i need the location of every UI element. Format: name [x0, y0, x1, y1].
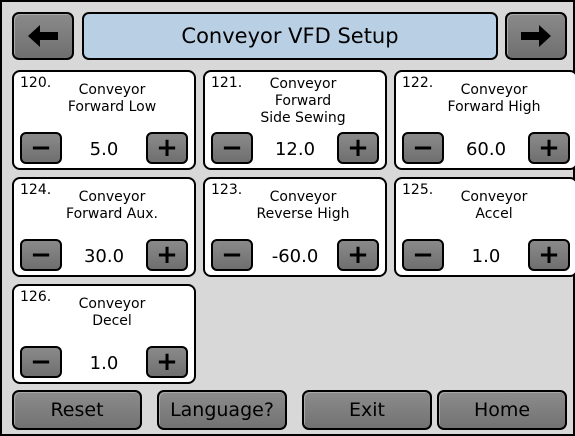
param-label: Conveyor Accel — [460, 189, 528, 222]
param-value: 30.0 — [83, 246, 125, 267]
param-value: 1.0 — [89, 353, 119, 374]
exit-button[interactable]: Exit — [302, 390, 432, 430]
param-card-120: 120. Conveyor Forward Low − 5.0 + — [12, 70, 196, 170]
param-label: Conveyor Forward High — [447, 82, 541, 115]
param-card-121: 121. Conveyor Forward Side Sewing − 12.0… — [203, 70, 387, 170]
param-value: -60.0 — [271, 246, 319, 267]
left-arrow-icon — [28, 25, 58, 47]
param-value: 60.0 — [465, 139, 507, 160]
param-value: 12.0 — [274, 139, 316, 160]
decrement-button[interactable]: − — [211, 132, 253, 164]
increment-button[interactable]: + — [146, 132, 188, 164]
param-card-126: 126. Conveyor Decel − 1.0 + — [12, 284, 196, 384]
param-label: Conveyor Forward Side Sewing — [260, 76, 346, 126]
language-button[interactable]: Language? — [157, 390, 287, 430]
increment-button[interactable]: + — [337, 132, 379, 164]
vfd-setup-screen: Conveyor VFD Setup 120. Conveyor Forward… — [0, 0, 575, 436]
reset-button[interactable]: Reset — [12, 390, 142, 430]
prev-page-button[interactable] — [12, 12, 74, 60]
increment-button[interactable]: + — [528, 132, 570, 164]
home-button[interactable]: Home — [437, 390, 567, 430]
param-value: 5.0 — [89, 139, 119, 160]
param-value: 1.0 — [471, 246, 501, 267]
increment-button[interactable]: + — [146, 239, 188, 271]
increment-button[interactable]: + — [146, 346, 188, 378]
param-card-122: 122. Conveyor Forward High − 60.0 + — [394, 70, 575, 170]
param-label: Conveyor Decel — [78, 296, 146, 329]
param-label: Conveyor Forward Aux. — [66, 189, 158, 222]
param-card-125: 125. Conveyor Accel − 1.0 + — [394, 177, 575, 277]
page-title: Conveyor VFD Setup — [82, 12, 498, 60]
right-arrow-icon — [521, 25, 551, 47]
decrement-button[interactable]: − — [20, 132, 62, 164]
param-card-124: 124. Conveyor Forward Aux. − 30.0 + — [12, 177, 196, 277]
increment-button[interactable]: + — [337, 239, 379, 271]
decrement-button[interactable]: − — [402, 239, 444, 271]
param-label: Conveyor Reverse High — [256, 189, 350, 222]
next-page-button[interactable] — [505, 12, 567, 60]
decrement-button[interactable]: − — [20, 239, 62, 271]
decrement-button[interactable]: − — [402, 132, 444, 164]
increment-button[interactable]: + — [528, 239, 570, 271]
param-label: Conveyor Forward Low — [67, 82, 157, 115]
decrement-button[interactable]: − — [20, 346, 62, 378]
param-card-123: 123. Conveyor Reverse High − -60.0 + — [203, 177, 387, 277]
decrement-button[interactable]: − — [211, 239, 253, 271]
